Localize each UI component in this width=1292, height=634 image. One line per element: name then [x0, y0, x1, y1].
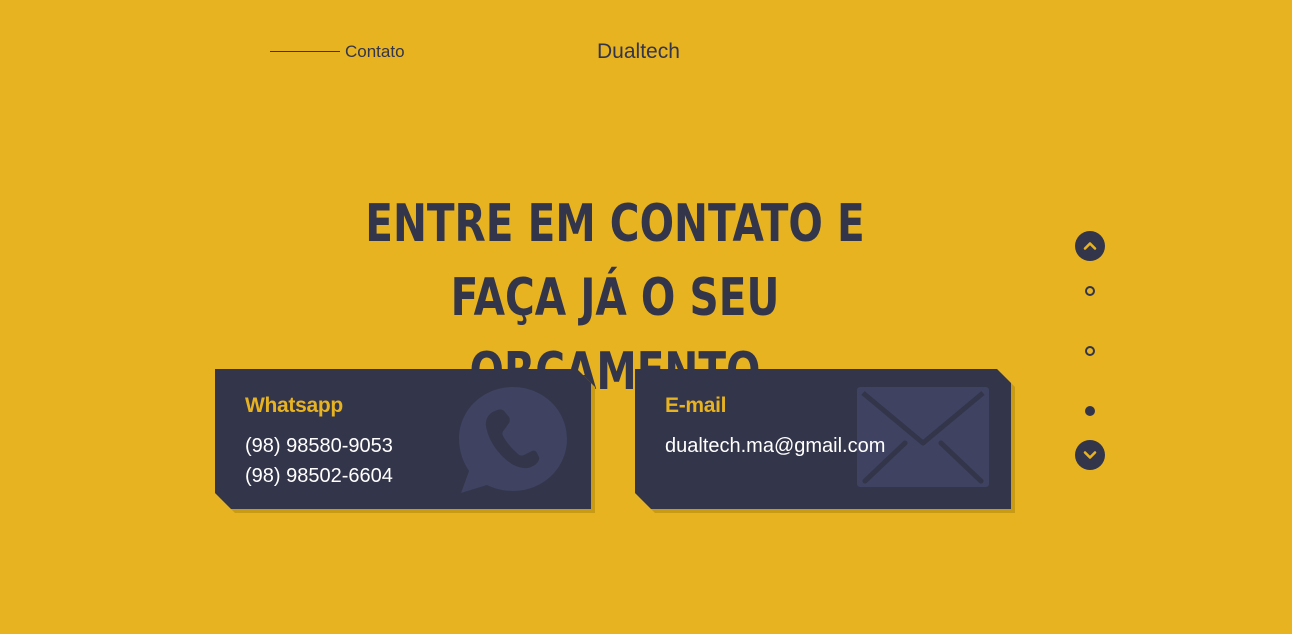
whatsapp-phone-1[interactable]: (98) 98580-9053 — [245, 433, 393, 459]
nav-dot-active[interactable] — [1085, 406, 1095, 416]
section-label: Contato — [345, 42, 405, 61]
email-card[interactable]: E-mail dualtech.ma@gmail.com — [635, 369, 1011, 509]
nav-dot-1[interactable] — [1085, 286, 1095, 296]
page-header: Contato Dualtech — [0, 0, 1292, 100]
scroll-up-button[interactable] — [1075, 231, 1105, 261]
whatsapp-icon — [459, 387, 567, 493]
chevron-down-icon — [1083, 451, 1097, 459]
email-address[interactable]: dualtech.ma@gmail.com — [665, 433, 885, 459]
email-card-title: E-mail — [665, 394, 727, 417]
whatsapp-phone-2[interactable]: (98) 98502-6604 — [245, 463, 393, 489]
scroll-down-button[interactable] — [1075, 440, 1105, 470]
section-divider-line — [270, 51, 340, 52]
whatsapp-card[interactable]: Whatsapp (98) 98580-9053 (98) 98502-6604 — [215, 369, 591, 509]
side-navigation — [1070, 225, 1110, 475]
whatsapp-card-title: Whatsapp — [245, 394, 343, 417]
nav-dot-2[interactable] — [1085, 346, 1095, 356]
brand-logo[interactable]: Dualtech — [597, 39, 680, 65]
chevron-up-icon — [1083, 242, 1097, 250]
